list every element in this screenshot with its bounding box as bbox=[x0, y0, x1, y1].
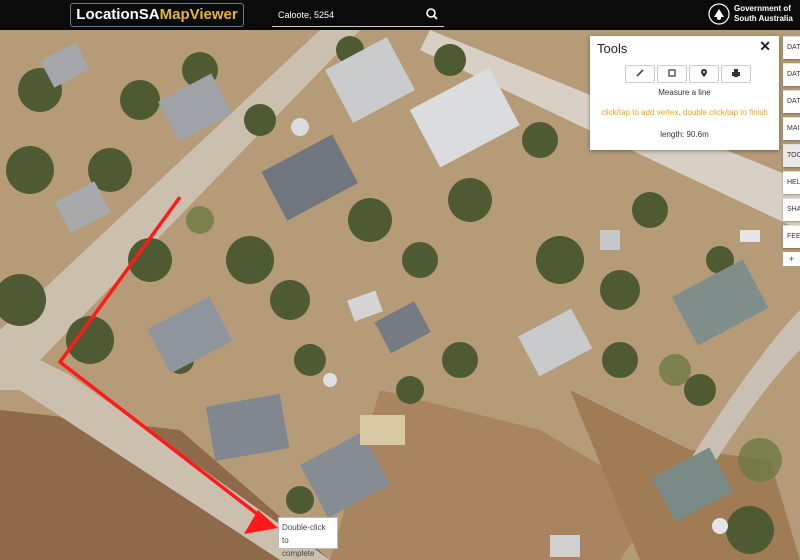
draw-point-button[interactable] bbox=[689, 65, 719, 83]
crest-icon bbox=[708, 3, 730, 25]
government-line1: Government of bbox=[734, 4, 791, 13]
app-logo[interactable]: LocationSAMapViewer bbox=[70, 3, 244, 27]
side-tab-help[interactable]: HEL bbox=[783, 171, 800, 194]
side-tab-data-3[interactable]: DAT bbox=[783, 90, 800, 113]
side-tab-share[interactable]: SHA bbox=[783, 198, 800, 221]
government-text: Government of South Australia bbox=[734, 4, 794, 24]
print-icon bbox=[731, 65, 741, 83]
measured-length: length: 90.6m bbox=[660, 130, 709, 139]
zoom-in-button[interactable]: + bbox=[783, 252, 800, 266]
pin-icon bbox=[699, 65, 709, 83]
close-icon[interactable]: ✕ bbox=[759, 38, 771, 55]
tools-button-row bbox=[625, 65, 753, 83]
draw-line-button[interactable] bbox=[625, 65, 655, 83]
tools-title: Tools bbox=[597, 41, 628, 56]
top-bar: LocationSAMapViewer Government of South … bbox=[0, 0, 800, 30]
tool-mode-label: Measure a line bbox=[658, 88, 711, 97]
government-logo: Government of South Australia bbox=[708, 2, 794, 28]
logo-text-part1: LocationSA bbox=[76, 6, 160, 23]
tools-panel: Tools ✕ Measure a line click/tap to add … bbox=[590, 36, 779, 150]
government-line2: South Australia bbox=[734, 14, 793, 23]
pencil-icon bbox=[635, 65, 645, 83]
draw-area-button[interactable] bbox=[657, 65, 687, 83]
search-input[interactable] bbox=[278, 6, 418, 24]
side-tab-tools[interactable]: TOO bbox=[783, 144, 800, 167]
side-tab-data-2[interactable]: DAT bbox=[783, 63, 800, 86]
search-box bbox=[272, 4, 444, 27]
tool-hint: click/tap to add vertex, double click/ta… bbox=[601, 108, 768, 117]
side-tab-map[interactable]: MAI bbox=[783, 117, 800, 140]
tooltip-line1: Double-click to bbox=[282, 523, 326, 545]
tooltip-line2: complete bbox=[282, 549, 315, 558]
square-icon bbox=[667, 65, 677, 83]
side-tabs: DAT DAT DAT MAI TOO HEL SHA FEE + bbox=[783, 36, 800, 266]
search-icon[interactable] bbox=[424, 6, 440, 22]
side-tab-data-1[interactable]: DAT bbox=[783, 36, 800, 59]
side-tab-feedback[interactable]: FEE bbox=[783, 225, 800, 248]
print-button[interactable] bbox=[721, 65, 751, 83]
logo-text-part2: MapViewer bbox=[159, 6, 238, 23]
complete-tooltip: Double-click to complete bbox=[278, 517, 338, 558]
